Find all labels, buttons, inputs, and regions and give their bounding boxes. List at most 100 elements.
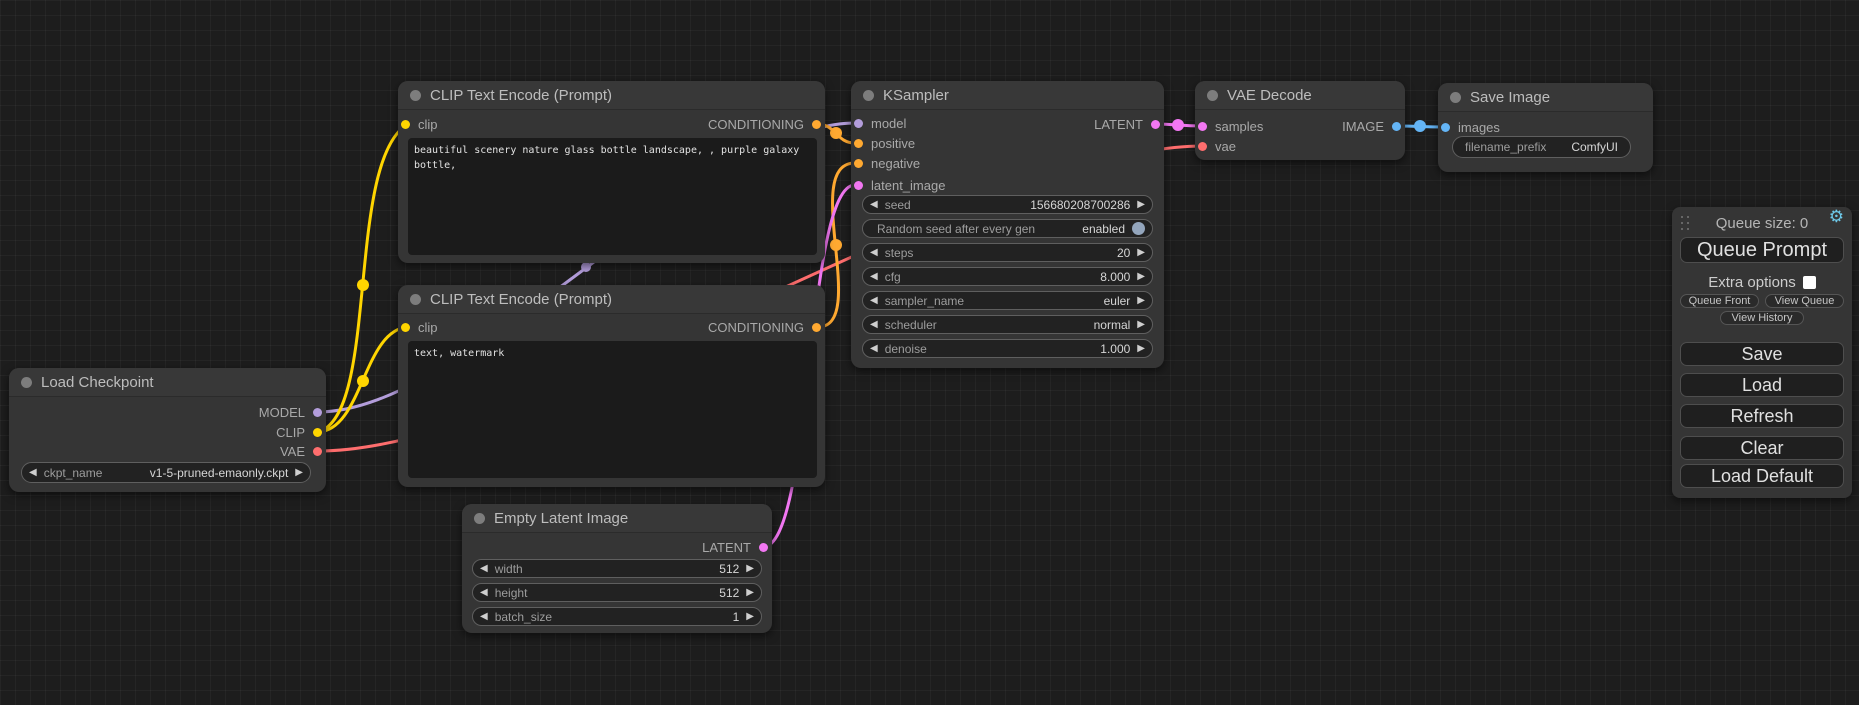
output-slot-clip[interactable]: CLIP	[276, 422, 326, 442]
increment-arrow-icon[interactable]: ▶	[1137, 248, 1145, 258]
cfg-widget[interactable]: ◀ cfg 8.000 ▶	[862, 267, 1153, 286]
output-slot-conditioning[interactable]: CONDITIONING	[708, 114, 825, 134]
input-slot-clip[interactable]: clip	[398, 114, 438, 134]
queue-panel[interactable]: Queue size: 0 ⚙ Queue Prompt Extra optio…	[1672, 207, 1852, 498]
view-queue-button[interactable]: View Queue	[1765, 294, 1844, 308]
prompt-textarea[interactable]: text, watermark	[408, 341, 817, 478]
vae-output-dot[interactable]	[313, 447, 322, 456]
latent-image-input-dot[interactable]	[854, 181, 863, 190]
node-title-bar[interactable]: CLIP Text Encode (Prompt)	[398, 81, 825, 110]
filename-prefix-widget[interactable]: filename_prefix ComfyUI	[1452, 136, 1631, 158]
collapse-dot-icon[interactable]	[863, 90, 874, 101]
negative-input-dot[interactable]	[854, 159, 863, 168]
clip-input-dot[interactable]	[401, 323, 410, 332]
batch-size-widget[interactable]: ◀ batch_size 1 ▶	[472, 607, 762, 626]
conditioning-output-dot[interactable]	[812, 323, 821, 332]
increment-arrow-icon[interactable]: ▶	[746, 612, 754, 622]
clip-output-dot[interactable]	[313, 428, 322, 437]
input-slot-negative[interactable]: negative	[851, 153, 920, 173]
decrement-arrow-icon[interactable]: ◀	[870, 296, 878, 306]
images-input-dot[interactable]	[1441, 123, 1450, 132]
input-slot-model[interactable]: model	[851, 113, 906, 133]
node-title-bar[interactable]: CLIP Text Encode (Prompt)	[398, 285, 825, 314]
increment-arrow-icon[interactable]: ▶	[1137, 272, 1145, 282]
vae-input-dot[interactable]	[1198, 142, 1207, 151]
increment-arrow-icon[interactable]: ▶	[1137, 200, 1145, 210]
sampler-name-widget[interactable]: ◀ sampler_name euler ▶	[862, 291, 1153, 310]
seed-widget[interactable]: ◀ seed 156680208700286 ▶	[862, 195, 1153, 214]
increment-arrow-icon[interactable]: ▶	[1137, 344, 1145, 354]
output-slot-latent[interactable]: LATENT	[1094, 114, 1164, 134]
node-save-image[interactable]: Save Image images filename_prefix ComfyU…	[1438, 83, 1653, 172]
output-slot-conditioning[interactable]: CONDITIONING	[708, 317, 825, 337]
increment-arrow-icon[interactable]: ▶	[295, 468, 303, 478]
input-slot-images[interactable]: images	[1438, 117, 1500, 137]
toggle-on-icon[interactable]	[1132, 222, 1145, 235]
scheduler-widget[interactable]: ◀ scheduler normal ▶	[862, 315, 1153, 334]
view-history-button[interactable]: View History	[1720, 311, 1804, 325]
collapse-dot-icon[interactable]	[1450, 92, 1461, 103]
ckpt-name-widget[interactable]: ◀ ckpt_name v1-5-pruned-emaonly.ckpt ▶	[21, 462, 311, 483]
decrement-arrow-icon[interactable]: ◀	[480, 564, 488, 574]
output-slot-model[interactable]: MODEL	[259, 402, 326, 422]
steps-widget[interactable]: ◀ steps 20 ▶	[862, 243, 1153, 262]
node-title-bar[interactable]: Load Checkpoint	[9, 368, 326, 397]
height-widget[interactable]: ◀ height 512 ▶	[472, 583, 762, 602]
model-input-dot[interactable]	[854, 119, 863, 128]
latent-output-dot[interactable]	[759, 543, 768, 552]
output-slot-latent[interactable]: LATENT	[702, 537, 772, 557]
load-default-button[interactable]: Load Default	[1680, 464, 1844, 488]
node-clip-text-encode-positive[interactable]: CLIP Text Encode (Prompt) clip CONDITION…	[398, 81, 825, 263]
model-output-dot[interactable]	[313, 408, 322, 417]
gear-icon[interactable]: ⚙	[1829, 209, 1844, 226]
image-output-dot[interactable]	[1392, 122, 1401, 131]
decrement-arrow-icon[interactable]: ◀	[870, 344, 878, 354]
output-slot-image[interactable]: IMAGE	[1342, 116, 1405, 136]
decrement-arrow-icon[interactable]: ◀	[870, 272, 878, 282]
decrement-arrow-icon[interactable]: ◀	[480, 588, 488, 598]
denoise-widget[interactable]: ◀ denoise 1.000 ▶	[862, 339, 1153, 358]
node-load-checkpoint[interactable]: Load Checkpoint MODEL CLIP VAE ◀ ckpt_na…	[9, 368, 326, 492]
random-seed-toggle-widget[interactable]: Random seed after every gen enabled	[862, 219, 1153, 238]
input-slot-clip[interactable]: clip	[398, 317, 438, 337]
node-ksampler[interactable]: KSampler model positive negative latent_…	[851, 81, 1164, 368]
node-title-bar[interactable]: Empty Latent Image	[462, 504, 772, 533]
positive-input-dot[interactable]	[854, 139, 863, 148]
collapse-dot-icon[interactable]	[474, 513, 485, 524]
queue-prompt-button[interactable]: Queue Prompt	[1680, 237, 1844, 263]
input-slot-samples[interactable]: samples	[1195, 116, 1263, 136]
node-clip-text-encode-negative[interactable]: CLIP Text Encode (Prompt) clip CONDITION…	[398, 285, 825, 487]
decrement-arrow-icon[interactable]: ◀	[480, 612, 488, 622]
decrement-arrow-icon[interactable]: ◀	[870, 248, 878, 258]
increment-arrow-icon[interactable]: ▶	[746, 588, 754, 598]
extra-options-checkbox[interactable]	[1803, 276, 1816, 289]
increment-arrow-icon[interactable]: ▶	[1137, 320, 1145, 330]
node-title-bar[interactable]: Save Image	[1438, 83, 1653, 112]
increment-arrow-icon[interactable]: ▶	[1137, 296, 1145, 306]
node-title-bar[interactable]: VAE Decode	[1195, 81, 1405, 110]
increment-arrow-icon[interactable]: ▶	[746, 564, 754, 574]
output-slot-vae[interactable]: VAE	[280, 441, 326, 461]
decrement-arrow-icon[interactable]: ◀	[870, 320, 878, 330]
decrement-arrow-icon[interactable]: ◀	[29, 468, 37, 478]
input-slot-positive[interactable]: positive	[851, 133, 915, 153]
refresh-button[interactable]: Refresh	[1680, 404, 1844, 428]
decrement-arrow-icon[interactable]: ◀	[870, 200, 878, 210]
width-widget[interactable]: ◀ width 512 ▶	[472, 559, 762, 578]
node-empty-latent-image[interactable]: Empty Latent Image LATENT ◀ width 512 ▶ …	[462, 504, 772, 633]
queue-front-button[interactable]: Queue Front	[1680, 294, 1759, 308]
collapse-dot-icon[interactable]	[410, 294, 421, 305]
input-slot-latent-image[interactable]: latent_image	[851, 175, 945, 195]
samples-input-dot[interactable]	[1198, 122, 1207, 131]
clip-input-dot[interactable]	[401, 120, 410, 129]
input-slot-vae[interactable]: vae	[1195, 136, 1236, 156]
load-button[interactable]: Load	[1680, 373, 1844, 397]
collapse-dot-icon[interactable]	[1207, 90, 1218, 101]
collapse-dot-icon[interactable]	[21, 377, 32, 388]
collapse-dot-icon[interactable]	[410, 90, 421, 101]
latent-output-dot[interactable]	[1151, 120, 1160, 129]
clear-button[interactable]: Clear	[1680, 436, 1844, 460]
node-vae-decode[interactable]: VAE Decode samples vae IMAGE	[1195, 81, 1405, 160]
node-title-bar[interactable]: KSampler	[851, 81, 1164, 110]
save-button[interactable]: Save	[1680, 342, 1844, 366]
